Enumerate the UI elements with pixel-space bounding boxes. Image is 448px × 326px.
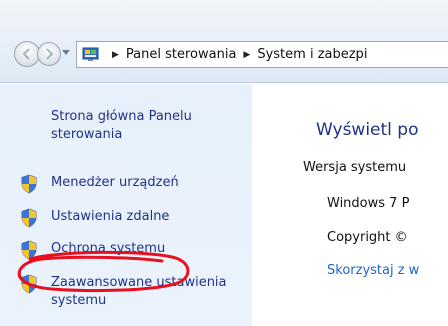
task-system-protection[interactable]: Ochrona systemu xyxy=(20,240,250,260)
task-advanced-system-settings[interactable]: Zaawansowane ustawienia systemu xyxy=(20,274,250,310)
task-remote-settings[interactable]: Ustawienia zdalne xyxy=(20,208,250,228)
control-panel-home-link[interactable]: Strona główna Panelu sterowania xyxy=(51,108,241,144)
more-features-link[interactable]: Skorzystaj z w xyxy=(327,263,419,278)
task-device-manager[interactable]: Menedżer urządzeń xyxy=(20,174,250,194)
navigation-bar: ▶ Panel sterowania ▶ System i zabezpi xyxy=(0,0,448,83)
shield-icon xyxy=(21,208,37,228)
shield-icon xyxy=(21,274,37,294)
breadcrumb-item-control-panel[interactable]: Panel sterowania xyxy=(126,47,237,62)
breadcrumb-item-system-security[interactable]: System i zabezpi xyxy=(257,47,367,62)
shield-icon xyxy=(21,240,37,260)
section-heading: Wersja systemu xyxy=(303,160,407,175)
forward-button[interactable] xyxy=(37,42,61,66)
task-label: Ochrona systemu xyxy=(51,241,166,256)
shield-icon xyxy=(21,174,37,194)
page-title: Wyświetl po xyxy=(316,120,419,140)
chevron-down-icon xyxy=(62,50,70,55)
task-pane: Strona główna Panelu sterowania Menedżer… xyxy=(0,84,252,326)
task-label: Menedżer urządzeń xyxy=(51,175,179,190)
breadcrumb-separator-icon[interactable]: ▶ xyxy=(112,50,119,60)
control-panel-icon xyxy=(81,46,103,64)
arrow-right-icon xyxy=(46,48,54,60)
breadcrumb-separator-icon[interactable]: ▶ xyxy=(243,50,250,60)
arrow-left-icon xyxy=(22,48,30,60)
task-label: Zaawansowane ustawienia systemu xyxy=(51,275,227,308)
windows-edition-text: Windows 7 P xyxy=(327,196,410,211)
task-label: Ustawienia zdalne xyxy=(51,209,170,224)
copyright-text: Copyright © xyxy=(327,230,408,245)
main-content: Wyświetl po Wersja systemu Windows 7 P C… xyxy=(252,84,448,326)
address-bar[interactable]: ▶ Panel sterowania ▶ System i zabezpi xyxy=(76,41,448,68)
recent-pages-dropdown[interactable] xyxy=(61,47,71,59)
